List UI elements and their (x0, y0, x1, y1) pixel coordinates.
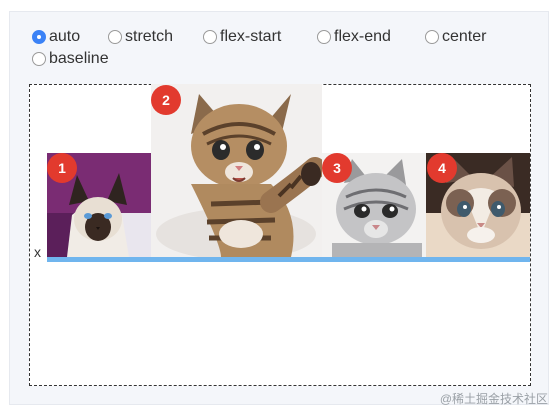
radio-label: flex-start (220, 28, 282, 45)
item-badge-1: 1 (47, 153, 77, 183)
item-badge-4: 4 (427, 153, 457, 183)
cross-axis-marker: x (34, 244, 41, 260)
radio-checked-icon (32, 30, 46, 44)
radio-flex-end[interactable]: flex-end (317, 26, 391, 48)
radio-unchecked-icon (108, 30, 122, 44)
radio-flex-start[interactable]: flex-start (203, 26, 281, 48)
flex-item-2: 2 (151, 84, 322, 257)
cross-axis-baseline-bar (47, 257, 530, 262)
radio-center[interactable]: center (425, 26, 486, 48)
radio-unchecked-icon (203, 30, 217, 44)
item-badge-2: 2 (151, 85, 181, 115)
flex-item-4: 4 (426, 153, 530, 257)
watermark: @稀土掘金技术社区 (439, 392, 548, 406)
radio-label: center (442, 28, 487, 45)
radio-unchecked-icon (425, 30, 439, 44)
radio-unchecked-icon (32, 52, 46, 66)
flex-item-3: 3 (322, 153, 426, 257)
radio-baseline[interactable]: baseline (32, 48, 109, 70)
item-badge-3: 3 (322, 153, 352, 183)
radio-unchecked-icon (317, 30, 331, 44)
radio-label: stretch (125, 28, 174, 45)
radio-label: auto (49, 28, 81, 45)
radio-stretch[interactable]: stretch (108, 26, 173, 48)
radio-auto[interactable]: auto (32, 26, 80, 48)
radio-label: flex-end (334, 28, 391, 45)
radio-label: baseline (49, 50, 109, 67)
